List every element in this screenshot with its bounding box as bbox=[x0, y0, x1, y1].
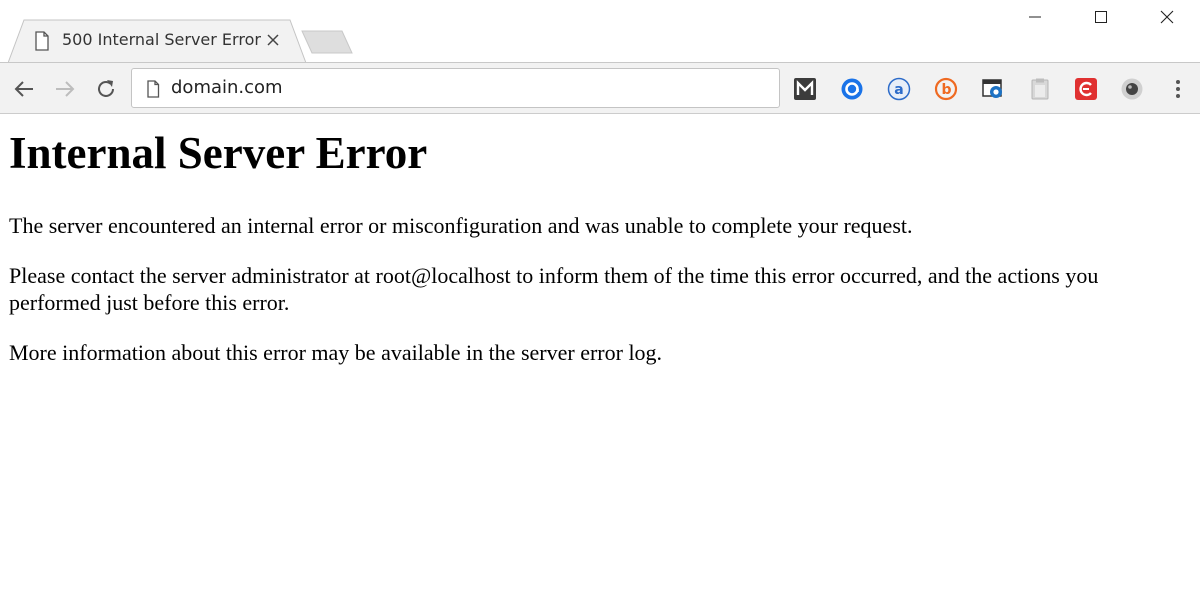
tab-strip: 500 Internal Server Error bbox=[0, 0, 1200, 63]
reload-icon[interactable] bbox=[93, 76, 119, 102]
dark-circle-icon[interactable] bbox=[1119, 76, 1145, 102]
address-bar[interactable]: domain.com bbox=[131, 68, 780, 108]
b-orange-icon[interactable]: b bbox=[933, 76, 959, 102]
maximize-icon[interactable] bbox=[1068, 0, 1134, 34]
url-text: domain.com bbox=[171, 77, 283, 98]
menu-icon[interactable] bbox=[1168, 76, 1188, 102]
at-sign-circle-icon[interactable]: a bbox=[886, 76, 912, 102]
page-icon bbox=[146, 80, 160, 103]
svg-text:b: b bbox=[941, 82, 951, 98]
close-icon[interactable] bbox=[1134, 0, 1200, 34]
new-tab-button[interactable] bbox=[300, 29, 354, 55]
browser-tab[interactable]: 500 Internal Server Error bbox=[8, 19, 307, 63]
red-shield-icon[interactable] bbox=[1073, 76, 1099, 102]
at-sign-blue-icon[interactable] bbox=[839, 76, 865, 102]
forward-icon[interactable] bbox=[52, 76, 78, 102]
window-controls bbox=[1002, 0, 1200, 34]
error-description: The server encountered an internal error… bbox=[9, 213, 913, 238]
screenshot-camera-icon[interactable] bbox=[980, 76, 1006, 102]
contact-admin-text: Please contact the server administrator … bbox=[9, 263, 1099, 315]
error-log-text: More information about this error may be… bbox=[9, 340, 663, 365]
mailtrack-m-icon[interactable] bbox=[792, 76, 818, 102]
tab-title: 500 Internal Server Error bbox=[62, 30, 261, 49]
tab-close-icon[interactable] bbox=[264, 31, 282, 49]
page-title: Internal Server Error bbox=[9, 128, 428, 178]
browser-toolbar: domain.com a b bbox=[0, 62, 1200, 114]
clipboard-icon[interactable] bbox=[1027, 76, 1053, 102]
back-icon[interactable] bbox=[11, 76, 37, 102]
svg-text:a: a bbox=[894, 82, 903, 98]
page-content: Internal Server Error The server encount… bbox=[0, 115, 1200, 600]
minimize-icon[interactable] bbox=[1002, 0, 1068, 34]
page-icon bbox=[33, 31, 51, 51]
